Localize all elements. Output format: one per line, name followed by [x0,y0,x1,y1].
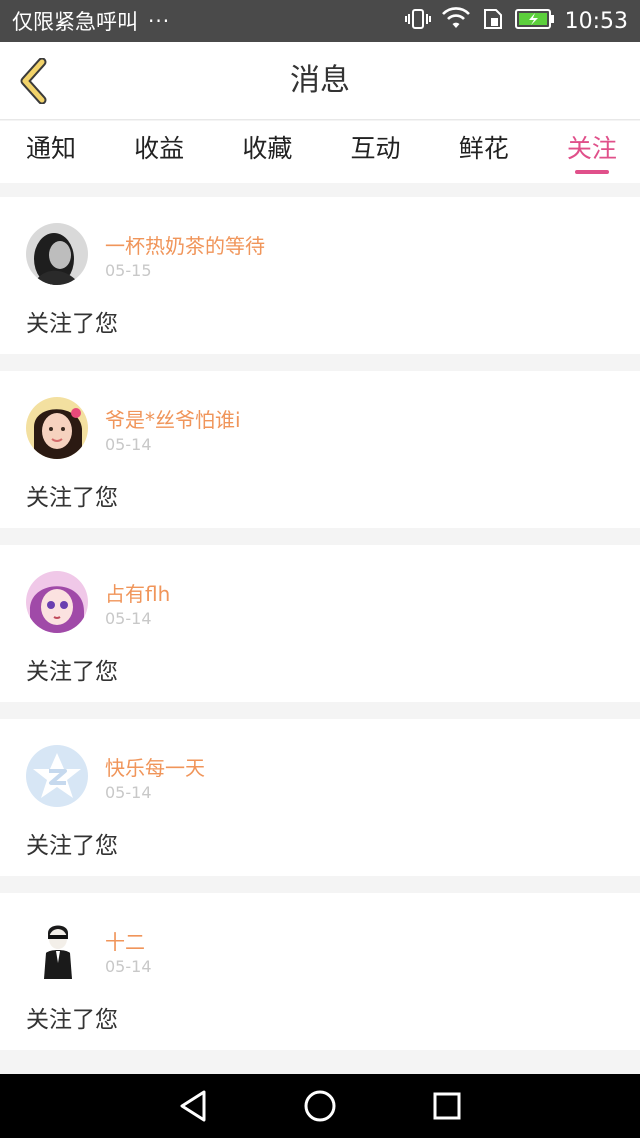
sim-icon [481,7,505,35]
status-right: 10:53 [404,7,628,35]
battery-charging-icon [514,8,555,34]
back-triangle-icon [180,1090,206,1122]
avatar[interactable] [26,397,88,459]
list-item[interactable]: 十二 05-14 关注了您 [0,893,640,1050]
username[interactable]: 爷是*丝爷怕谁i [105,404,241,433]
message-text: 关注了您 [26,311,118,337]
timestamp: 05-14 [105,435,152,454]
avatar[interactable] [26,223,88,285]
list-item[interactable]: 爷是*丝爷怕谁i 05-14 关注了您 [0,371,640,528]
avatar[interactable] [26,919,88,981]
system-nav-bar [0,1074,640,1138]
home-circle-icon [304,1090,336,1122]
message-text: 关注了您 [26,659,118,685]
username[interactable]: 快乐每一天 [105,752,205,781]
avatar[interactable] [26,745,88,807]
username[interactable]: 一杯热奶茶的等待 [105,230,265,259]
message-list: 一杯热奶茶的等待 05-15 关注了您 爷是*丝爷怕谁i 05-14 关注了您 … [0,197,640,1067]
vibrate-icon [404,7,431,35]
list-item[interactable]: 占有flh 05-14 关注了您 [0,545,640,702]
carrier-text: 仅限紧急呼叫 [12,10,138,34]
tab-notifications[interactable]: 通知 [15,121,87,183]
message-text: 关注了您 [26,1007,118,1033]
nav-home-button[interactable] [295,1081,345,1131]
more-notifications: ··· [148,9,171,33]
timestamp: 05-14 [105,609,152,628]
nav-recents-button[interactable] [422,1081,472,1131]
avatar[interactable] [26,571,88,633]
list-item[interactable]: 一杯热奶茶的等待 05-15 关注了您 [0,197,640,354]
status-bar: 仅限紧急呼叫 ··· 10:53 [0,0,640,42]
tab-favorites[interactable]: 收藏 [231,121,303,183]
tab-interactions[interactable]: 互动 [340,121,412,183]
wifi-icon [441,7,471,35]
timestamp: 05-15 [105,261,152,280]
clock: 10:53 [564,8,628,34]
message-text: 关注了您 [26,833,118,859]
tab-flowers[interactable]: 鲜花 [448,121,520,183]
nav-back-button[interactable] [168,1081,218,1131]
page-title: 消息 [290,63,350,98]
username[interactable]: 占有flh [105,578,170,607]
timestamp: 05-14 [105,783,152,802]
recents-square-icon [433,1092,461,1120]
status-left: 仅限紧急呼叫 ··· [12,6,170,36]
tab-following[interactable]: 关注 [556,121,628,183]
timestamp: 05-14 [105,957,152,976]
tab-bar: 通知 收益 收藏 互动 鲜花 关注 [0,121,640,183]
list-item[interactable]: 快乐每一天 05-14 关注了您 [0,719,640,876]
tab-earnings[interactable]: 收益 [123,121,195,183]
username[interactable]: 十二 [105,926,145,955]
title-bar: 消息 [0,42,640,120]
message-text: 关注了您 [26,485,118,511]
